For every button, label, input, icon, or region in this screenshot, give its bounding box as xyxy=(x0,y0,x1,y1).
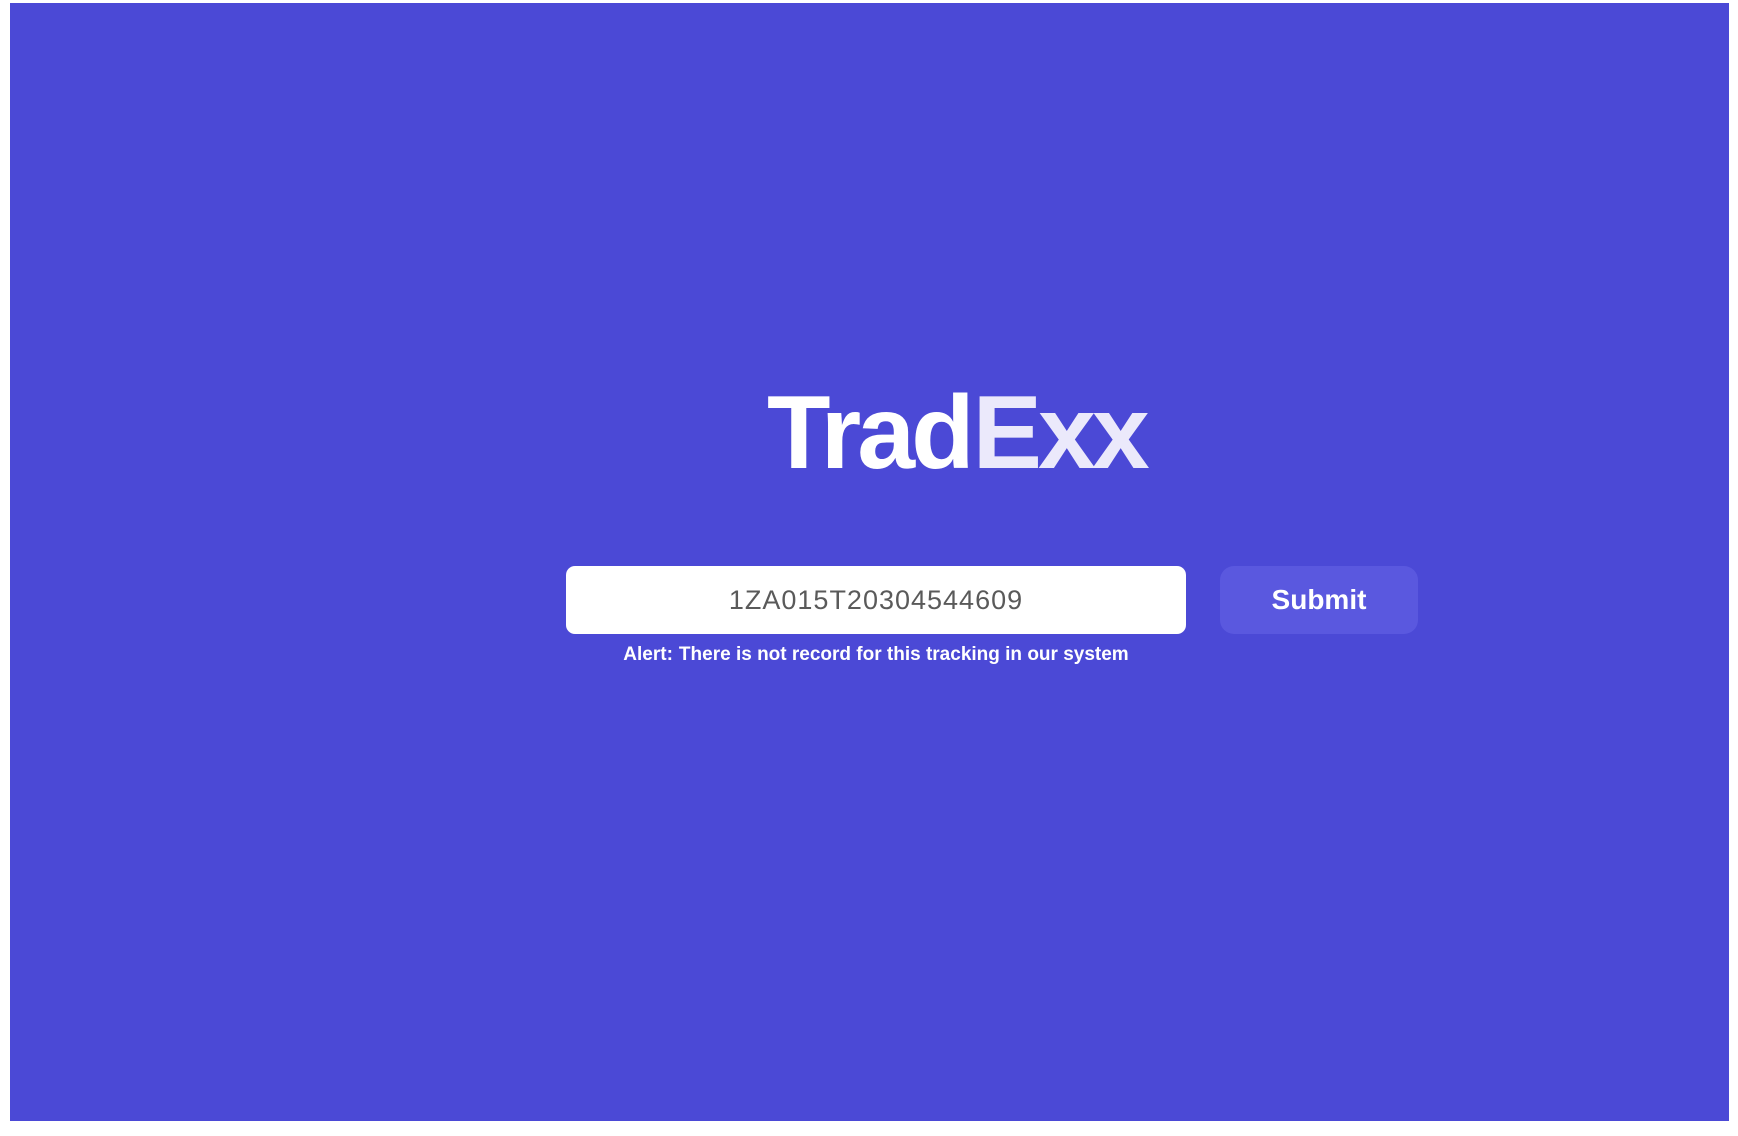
logo-text-right: Exx xyxy=(972,375,1150,491)
logo-text-left: Trad xyxy=(767,375,975,491)
alert-prefix: Alert: xyxy=(623,644,673,665)
alert-text: There is not record for this tracking in… xyxy=(678,644,1129,665)
tracking-number-input[interactable] xyxy=(566,566,1186,634)
alert-message: Alert: There is not record for this track… xyxy=(566,644,1186,666)
page-background: TradExx Submit Alert:There is not record… xyxy=(10,3,1729,1121)
tradexx-logo: Trad Exx xyxy=(767,381,1150,485)
submit-button[interactable]: Submit xyxy=(1220,566,1418,634)
